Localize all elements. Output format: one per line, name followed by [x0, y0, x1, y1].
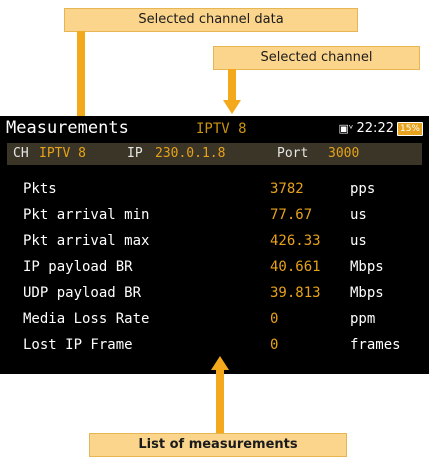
- arrow-head-selected-channel: [223, 100, 241, 114]
- channel-info-bar: CH IPTV 8 IP 230.0.1.8 Port 3000: [7, 143, 422, 165]
- measurement-row: IP payload BR 40.661 Mbps: [0, 255, 429, 279]
- measurement-name: Lost IP Frame: [23, 337, 133, 353]
- measurement-value: 0: [270, 337, 279, 353]
- ch-value: IPTV 8: [39, 146, 86, 161]
- measurement-unit: us: [350, 207, 367, 223]
- measurement-name: IP payload BR: [23, 259, 133, 275]
- measurement-name: Media Loss Rate: [23, 311, 150, 327]
- measurement-value: 3782: [270, 181, 304, 197]
- status-area: ▣ᵛ 22:22 15%: [339, 120, 423, 138]
- measurement-name: Pkts: [23, 181, 57, 197]
- ip-label: IP: [127, 146, 143, 161]
- measurement-row: Pkt arrival min 77.67 us: [0, 203, 429, 227]
- measurement-name: Pkt arrival min: [23, 207, 150, 223]
- device-screen: Measurements IPTV 8 ▣ᵛ 22:22 15% CH IPTV…: [0, 116, 429, 374]
- measurement-unit: frames: [350, 337, 401, 353]
- measurement-row: Pkt arrival max 426.33 us: [0, 229, 429, 253]
- measurement-unit: Mbps: [350, 285, 384, 301]
- selected-channel-label: IPTV 8: [196, 121, 247, 137]
- measurement-name: Pkt arrival max: [23, 233, 150, 249]
- measurement-name: UDP payload BR: [23, 285, 142, 301]
- callout-list-of-measurements: List of measurements: [89, 433, 347, 457]
- measurement-unit: us: [350, 233, 367, 249]
- measurement-row: UDP payload BR 39.813 Mbps: [0, 281, 429, 305]
- measurement-unit: pps: [350, 181, 376, 197]
- measurement-row: Lost IP Frame 0 frames: [0, 333, 429, 357]
- arrow-selected-channel: [228, 69, 236, 101]
- measurement-row: Media Loss Rate 0 ppm: [0, 307, 429, 331]
- clock: 22:22: [356, 121, 394, 136]
- top-bar: Measurements IPTV 8 ▣ᵛ 22:22 15%: [0, 116, 429, 141]
- measurement-value: 77.67: [270, 207, 313, 223]
- ip-value: 230.0.1.8: [155, 146, 226, 161]
- signal-icon: ▣ᵛ: [338, 122, 354, 135]
- measurement-value: 426.33: [270, 233, 321, 249]
- callout-selected-channel-data: Selected channel data: [64, 8, 358, 32]
- measurement-unit: Mbps: [350, 259, 384, 275]
- battery-icon: 15%: [396, 122, 423, 136]
- callout-selected-channel: Selected channel: [213, 46, 420, 70]
- screen-title: Measurements: [6, 118, 129, 138]
- measurement-row: Pkts 3782 pps: [0, 177, 429, 201]
- measurement-value: 40.661: [270, 259, 321, 275]
- ch-label: CH: [13, 146, 29, 161]
- arrow-list-of-measurements: [216, 370, 224, 434]
- arrow-head-list-of-measurements: [211, 356, 229, 370]
- measurement-value: 0: [270, 311, 279, 327]
- port-label: Port: [277, 146, 309, 161]
- measurement-unit: ppm: [350, 311, 376, 327]
- port-value: 3000: [328, 146, 360, 161]
- measurement-value: 39.813: [270, 285, 321, 301]
